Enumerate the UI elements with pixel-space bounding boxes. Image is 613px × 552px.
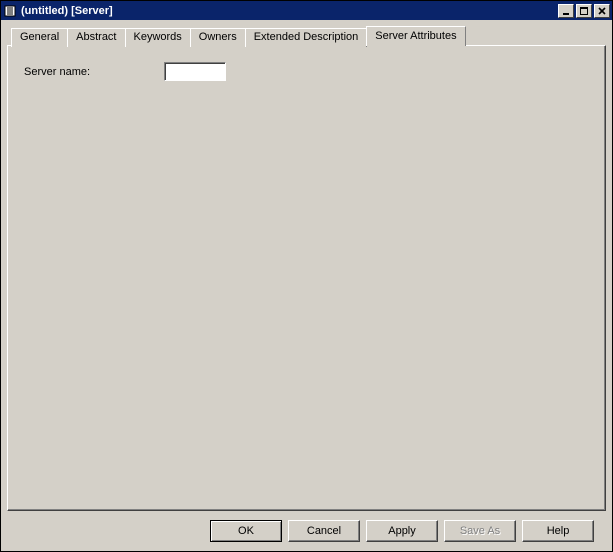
server-name-row: Server name: bbox=[24, 62, 589, 81]
dialog-window: (untitled) [Server] General Abstract Key… bbox=[0, 0, 613, 552]
tabstrip: General Abstract Keywords Owners Extende… bbox=[11, 26, 606, 45]
tab-general[interactable]: General bbox=[11, 28, 68, 47]
tab-server-attributes[interactable]: Server Attributes bbox=[366, 26, 465, 46]
window-title: (untitled) [Server] bbox=[21, 5, 558, 17]
save-as-button[interactable]: Save As bbox=[444, 520, 516, 542]
apply-button[interactable]: Apply bbox=[366, 520, 438, 542]
tab-owners[interactable]: Owners bbox=[190, 28, 246, 47]
titlebar: (untitled) [Server] bbox=[1, 1, 612, 20]
ok-button[interactable]: OK bbox=[210, 520, 282, 542]
server-name-label: Server name: bbox=[24, 66, 164, 78]
button-bar: OK Cancel Apply Save As Help bbox=[7, 511, 606, 551]
close-button[interactable] bbox=[594, 4, 610, 18]
tab-keywords[interactable]: Keywords bbox=[125, 28, 191, 47]
tab-extended-description[interactable]: Extended Description bbox=[245, 28, 368, 47]
client-area: General Abstract Keywords Owners Extende… bbox=[1, 20, 612, 551]
maximize-button[interactable] bbox=[576, 4, 592, 18]
cancel-button[interactable]: Cancel bbox=[288, 520, 360, 542]
tab-panel-server-attributes: Server name: bbox=[7, 45, 606, 511]
tab-abstract[interactable]: Abstract bbox=[67, 28, 125, 47]
window-controls bbox=[558, 4, 610, 18]
minimize-button[interactable] bbox=[558, 4, 574, 18]
help-button[interactable]: Help bbox=[522, 520, 594, 542]
app-icon bbox=[3, 4, 17, 18]
server-name-input[interactable] bbox=[164, 62, 226, 81]
